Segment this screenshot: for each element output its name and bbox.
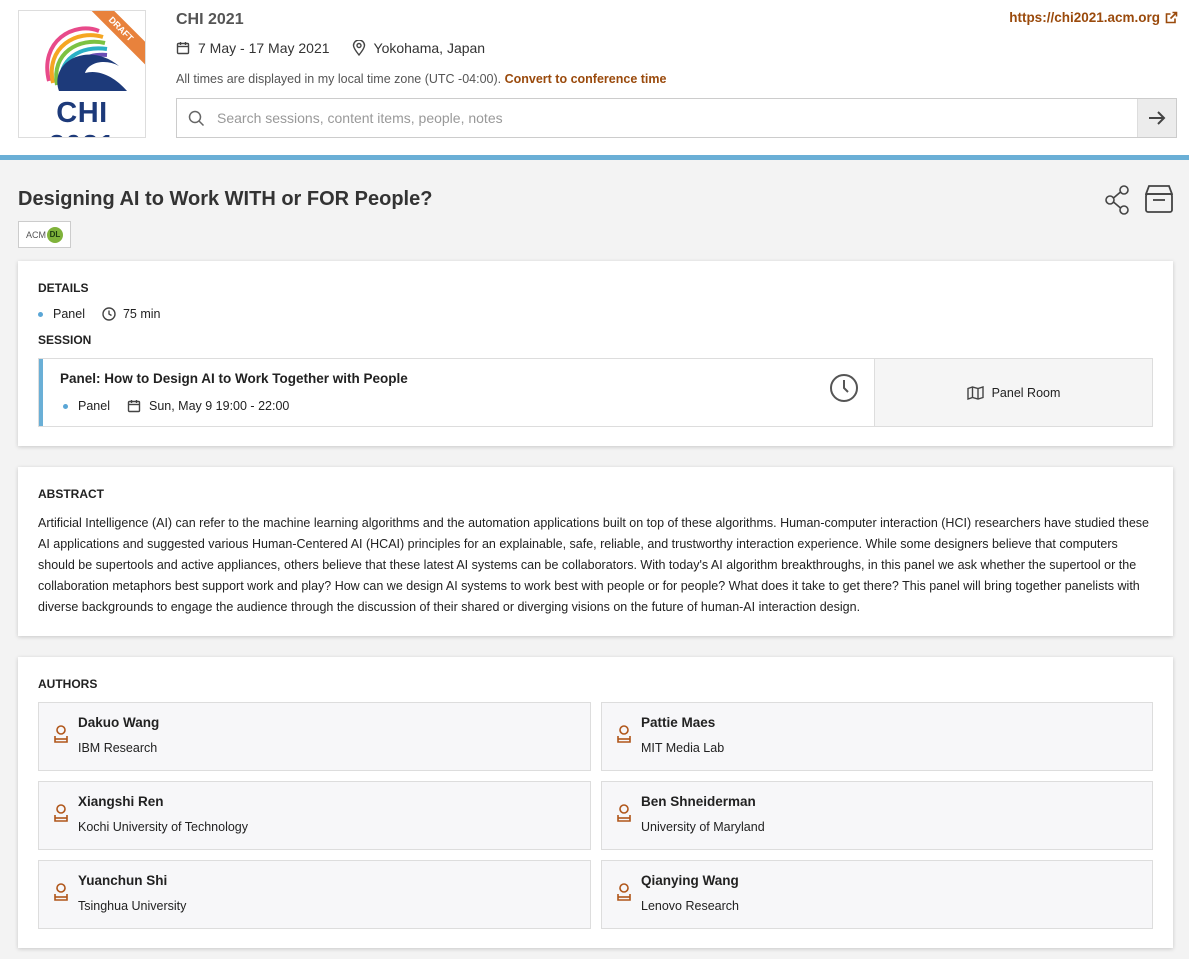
conference-name: CHI 2021 xyxy=(176,11,244,28)
authors-card: AUTHORS Dakuo Wang IBM Research Pattie M… xyxy=(18,657,1173,948)
convert-timezone-link[interactable]: Convert to conference time xyxy=(505,72,667,86)
author-affiliation: University of Maryland xyxy=(641,820,765,834)
session-label: SESSION xyxy=(38,333,92,347)
calendar-icon xyxy=(176,42,190,55)
search-submit-button[interactable] xyxy=(1137,99,1176,137)
conference-logo[interactable]: DRAFT CHI 2021 xyxy=(18,10,146,138)
details-card: DETAILS Panel 75 min SESSION Panel: How … xyxy=(18,261,1173,446)
author-card[interactable]: Yuanchun Shi Tsinghua University xyxy=(38,860,591,929)
author-card[interactable]: Xiangshi Ren Kochi University of Technol… xyxy=(38,781,591,850)
authors-grid: Dakuo Wang IBM Research Pattie Maes MIT … xyxy=(38,702,1153,929)
details-row: Panel 75 min xyxy=(38,307,161,321)
abstract-label: ABSTRACT xyxy=(38,487,104,501)
session-type: Panel xyxy=(78,399,110,413)
author-name[interactable]: Yuanchun Shi xyxy=(78,873,167,888)
duration: 75 min xyxy=(122,307,161,321)
author-card[interactable]: Pattie Maes MIT Media Lab xyxy=(601,702,1153,771)
location-pin-icon xyxy=(352,40,365,56)
author-name[interactable]: Qianying Wang xyxy=(641,873,739,888)
session-room[interactable]: Panel Room xyxy=(874,359,1152,426)
person-icon xyxy=(53,804,69,827)
author-affiliation: IBM Research xyxy=(78,741,158,755)
clock-icon xyxy=(102,307,116,321)
author-name[interactable]: Pattie Maes xyxy=(641,715,715,730)
author-affiliation: Kochi University of Technology xyxy=(78,820,248,834)
timezone-notice: All times are displayed in my local time… xyxy=(176,72,666,86)
page-title: Designing AI to Work WITH or FOR People? xyxy=(18,188,433,210)
conference-dates: 7 May - 17 May 2021 xyxy=(176,40,330,56)
dates-text: 7 May - 17 May 2021 xyxy=(198,40,330,56)
search-bar xyxy=(176,98,1177,138)
session-item[interactable]: Panel: How to Design AI to Work Together… xyxy=(38,358,1153,427)
type-bullet xyxy=(38,311,43,317)
abstract-text: Artificial Intelligence (AI) can refer t… xyxy=(38,516,1149,614)
person-icon xyxy=(616,883,632,906)
acm-dl-badge[interactable]: ACM DL xyxy=(18,221,71,248)
map-icon xyxy=(966,385,984,400)
room-name: Panel Room xyxy=(991,385,1061,400)
calendar-icon xyxy=(127,400,141,413)
session-meta: Panel Sun, May 9 19:00 - 22:00 xyxy=(63,399,289,413)
acm-dl-icon: DL xyxy=(47,226,63,243)
session-time: Sun, May 9 19:00 - 22:00 xyxy=(148,399,290,413)
site-link-text[interactable]: https://chi2021.acm.org xyxy=(1009,10,1160,25)
search-icon xyxy=(188,110,205,127)
archive-icon[interactable] xyxy=(1144,184,1174,219)
authors-label: AUTHORS xyxy=(38,677,98,691)
session-type-bullet xyxy=(63,403,68,409)
session-title[interactable]: Panel: How to Design AI to Work Together… xyxy=(60,371,408,386)
external-link-icon xyxy=(1165,11,1178,24)
author-name[interactable]: Xiangshi Ren xyxy=(78,794,164,809)
session-main[interactable]: Panel: How to Design AI to Work Together… xyxy=(39,359,874,426)
author-name[interactable]: Ben Shneiderman xyxy=(641,794,756,809)
author-affiliation: Tsinghua University xyxy=(78,899,187,913)
abstract-card: ABSTRACT Artificial Intelligence (AI) ca… xyxy=(18,467,1173,636)
session-clock-icon xyxy=(829,373,859,408)
arrow-right-icon xyxy=(1149,111,1166,125)
logo-text: CHI 2021 xyxy=(49,97,115,137)
person-icon xyxy=(616,804,632,827)
person-icon xyxy=(53,883,69,906)
author-name[interactable]: Dakuo Wang xyxy=(78,715,159,730)
details-label: DETAILS xyxy=(38,281,89,295)
conference-location: Yokohama, Japan xyxy=(352,40,486,56)
author-affiliation: MIT Media Lab xyxy=(641,741,725,755)
person-icon xyxy=(53,725,69,748)
conference-header: DRAFT CHI 2021 CHI 2021 7 May - 17 May 2… xyxy=(0,0,1189,160)
author-card[interactable]: Qianying Wang Lenovo Research xyxy=(601,860,1153,929)
search-input[interactable] xyxy=(215,109,1137,127)
conference-site-link[interactable]: https://chi2021.acm.org xyxy=(1009,10,1178,25)
author-card[interactable]: Ben Shneiderman University of Maryland xyxy=(601,781,1153,850)
author-affiliation: Lenovo Research xyxy=(641,899,739,913)
person-icon xyxy=(616,725,632,748)
conference-meta: 7 May - 17 May 2021 Yokohama, Japan xyxy=(176,40,507,56)
author-card[interactable]: Dakuo Wang IBM Research xyxy=(38,702,591,771)
content-type: Panel xyxy=(53,307,85,321)
location-text: Yokohama, Japan xyxy=(373,40,486,56)
acm-text: ACM xyxy=(26,229,46,240)
share-icon[interactable] xyxy=(1104,185,1130,220)
timezone-text: All times are displayed in my local time… xyxy=(176,72,502,86)
